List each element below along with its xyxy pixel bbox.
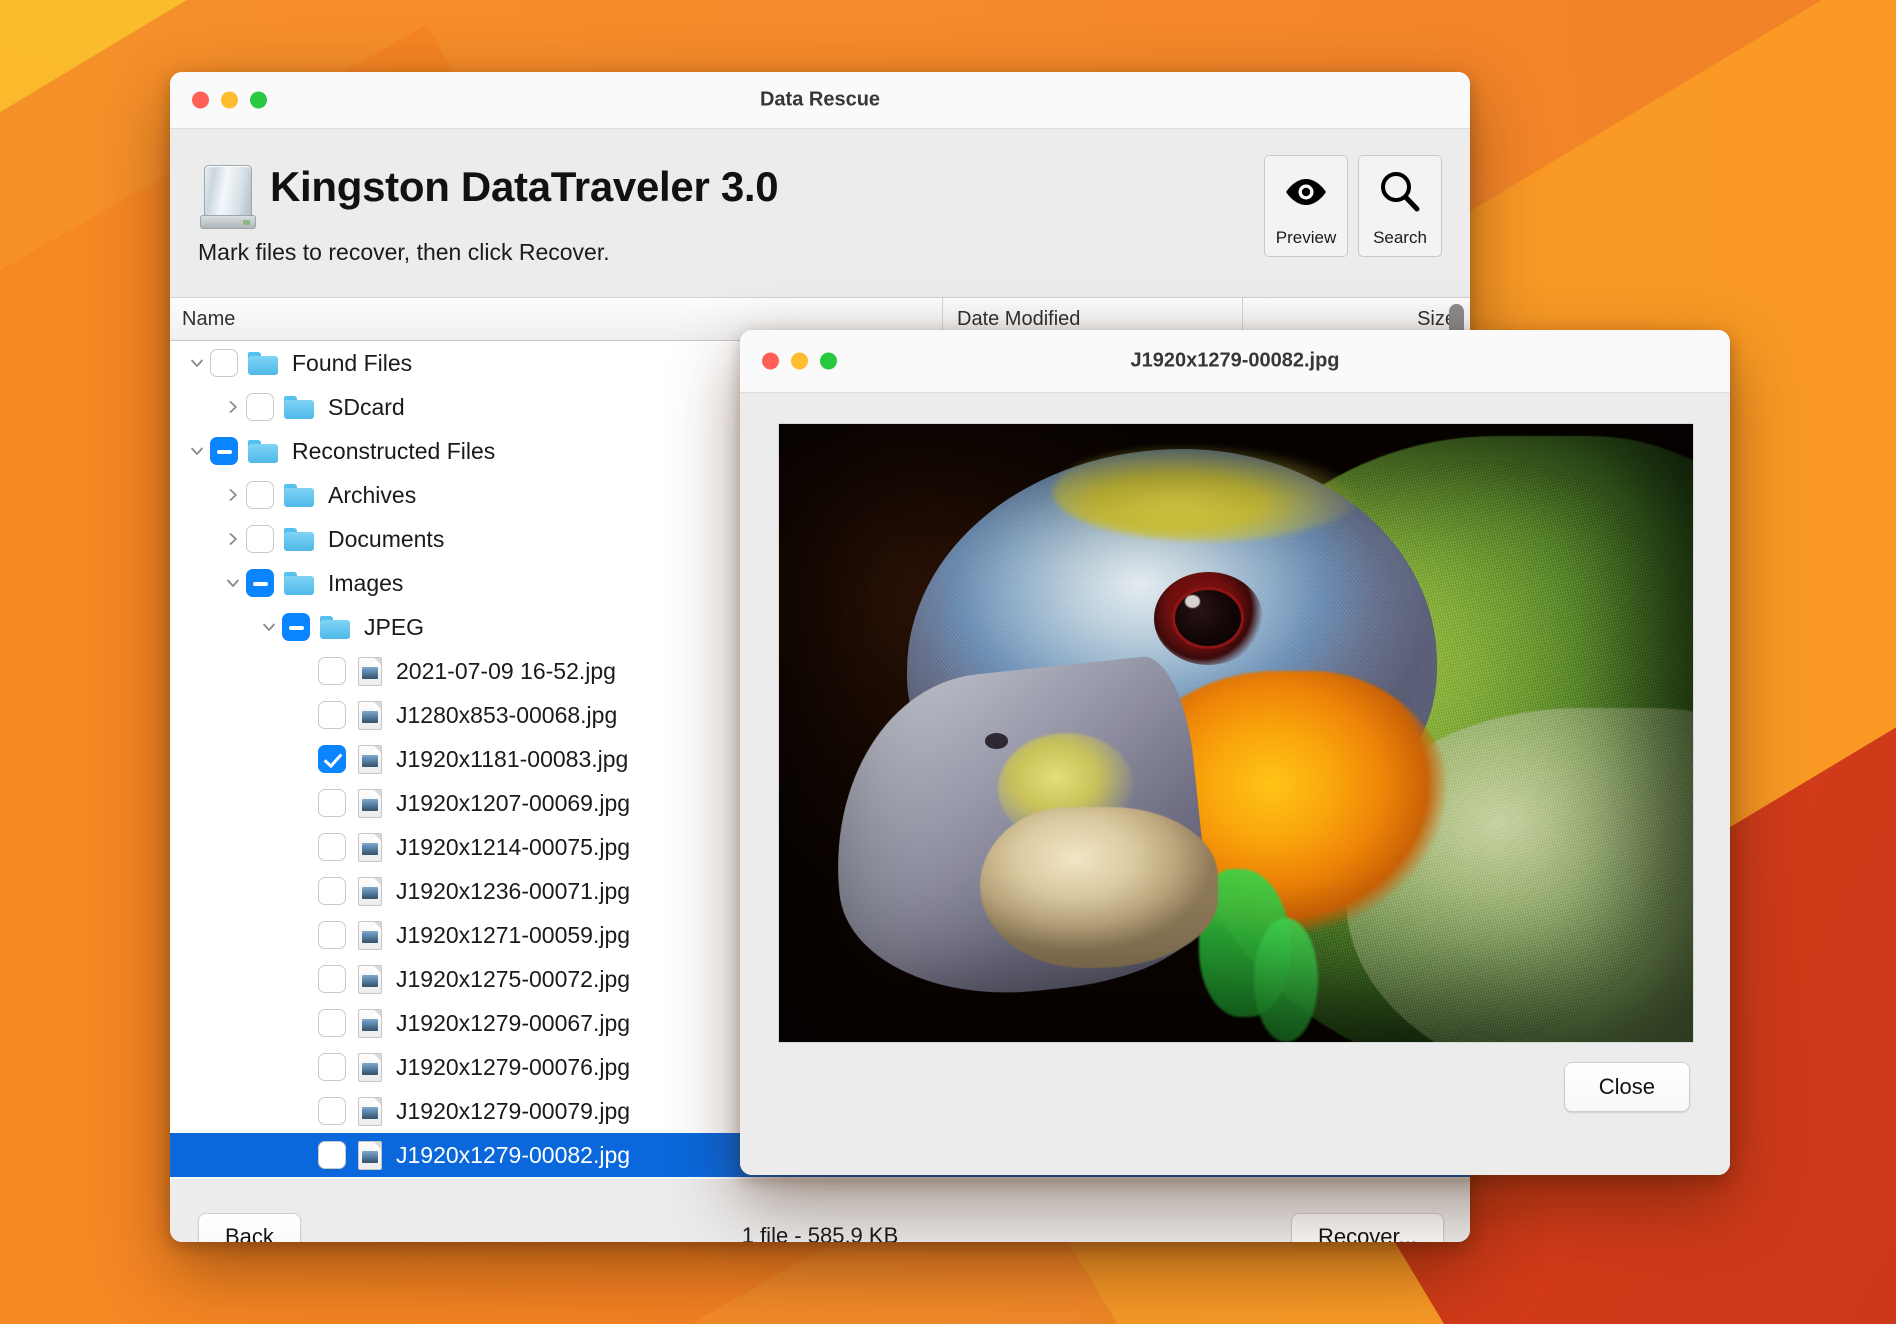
preview-button[interactable]: Preview [1264, 155, 1348, 257]
instruction-text: Mark files to recover, then click Recove… [198, 239, 610, 265]
parrot-photo [778, 423, 1694, 1043]
row-checkbox[interactable] [318, 789, 346, 817]
image-preview-window[interactable]: J1920x1279-00082.jpg Close [740, 330, 1730, 1175]
jpeg-file-icon [358, 1008, 382, 1038]
jpeg-file-icon [358, 876, 382, 906]
jpeg-file-icon [358, 1140, 382, 1170]
tree-row-label: J1920x1271-00059.jpg [396, 921, 631, 948]
folder-icon [248, 439, 278, 463]
tree-row-label: J1920x1207-00069.jpg [396, 789, 631, 816]
row-checkbox[interactable] [318, 745, 346, 773]
tree-row-label: J1920x1236-00071.jpg [396, 877, 631, 904]
preview-body: Close [740, 393, 1730, 1175]
tree-row-label: Images [328, 569, 404, 596]
jpeg-file-icon [358, 656, 382, 686]
jpeg-file-icon [358, 964, 382, 994]
folder-icon [320, 615, 350, 639]
row-checkbox[interactable] [246, 525, 274, 553]
row-checkbox[interactable] [246, 393, 274, 421]
jpeg-file-icon [358, 700, 382, 730]
row-checkbox[interactable] [318, 833, 346, 861]
preview-titlebar[interactable]: J1920x1279-00082.jpg [740, 330, 1730, 393]
tree-row-label: J1920x1279-00082.jpg [396, 1141, 631, 1168]
main-window-titlebar[interactable]: Data Rescue [170, 72, 1470, 129]
row-checkbox[interactable] [318, 877, 346, 905]
jpeg-file-icon [358, 832, 382, 862]
row-checkbox[interactable] [318, 1053, 346, 1081]
tree-row-label: Documents [328, 525, 445, 552]
preview-close-labelled-button[interactable]: Close [1563, 1062, 1690, 1112]
hard-drive-icon [200, 165, 256, 229]
row-checkbox[interactable] [282, 613, 310, 641]
row-checkbox[interactable] [318, 921, 346, 949]
window-title: Data Rescue [759, 88, 881, 111]
jpeg-file-icon [358, 788, 382, 818]
tree-row-label: Archives [328, 481, 417, 508]
row-checkbox[interactable] [210, 349, 238, 377]
row-checkbox[interactable] [318, 1141, 346, 1169]
magnifier-icon [1359, 156, 1441, 228]
tree-row-label: SDcard [328, 393, 405, 420]
chevron-right-icon[interactable] [220, 531, 246, 547]
folder-icon [284, 571, 314, 595]
jpeg-file-icon [358, 1096, 382, 1126]
row-checkbox[interactable] [246, 481, 274, 509]
tree-row-label: J1280x853-00068.jpg [396, 701, 618, 728]
jpeg-file-icon [358, 920, 382, 950]
folder-icon [248, 351, 278, 375]
tree-row-label: Reconstructed Files [292, 437, 496, 464]
main-footer-bar: Back 1 file - 585,9 KB Recover... [170, 1179, 1470, 1242]
eye-icon [1265, 156, 1347, 228]
tree-row-label: J1920x1214-00075.jpg [396, 833, 631, 860]
toolbar: Preview Search [1264, 155, 1442, 257]
status-text: 1 file - 585,9 KB [741, 1223, 899, 1242]
chevron-right-icon[interactable] [220, 487, 246, 503]
row-checkbox[interactable] [246, 569, 274, 597]
folder-icon [284, 527, 314, 551]
chevron-down-icon[interactable] [220, 575, 246, 591]
tree-row-label: J1920x1279-00076.jpg [396, 1053, 631, 1080]
tree-row-label: JPEG [364, 613, 425, 640]
tree-row-label: J1920x1181-00083.jpg [396, 745, 629, 772]
chevron-down-icon[interactable] [256, 619, 282, 635]
folder-icon [284, 395, 314, 419]
row-checkbox[interactable] [318, 657, 346, 685]
row-checkbox[interactable] [318, 701, 346, 729]
row-checkbox[interactable] [210, 437, 238, 465]
search-button[interactable]: Search [1358, 155, 1442, 257]
tree-row-label: J1920x1279-00067.jpg [396, 1009, 631, 1036]
search-button-label: Search [1373, 228, 1427, 247]
row-checkbox[interactable] [318, 1009, 346, 1037]
jpeg-file-icon [358, 744, 382, 774]
drive-name-title: Kingston DataTraveler 3.0 [270, 163, 779, 210]
tree-row-label: J1920x1279-00079.jpg [396, 1097, 631, 1124]
chevron-down-icon[interactable] [184, 355, 210, 371]
chevron-right-icon[interactable] [220, 399, 246, 415]
row-checkbox[interactable] [318, 965, 346, 993]
column-header-name[interactable]: Name [170, 308, 942, 331]
preview-window-title: J1920x1279-00082.jpg [1130, 349, 1340, 372]
tree-row-label: 2021-07-09 16-52.jpg [396, 657, 616, 684]
main-header: Kingston DataTraveler 3.0 Mark files to … [170, 129, 1470, 297]
preview-button-label: Preview [1275, 228, 1337, 247]
folder-icon [284, 483, 314, 507]
jpeg-file-icon [358, 1052, 382, 1082]
tree-row-label: J1920x1275-00072.jpg [396, 965, 631, 992]
tree-row-label: Found Files [292, 349, 413, 376]
recover-button[interactable]: Recover... [1290, 1213, 1444, 1242]
row-checkbox[interactable] [318, 1097, 346, 1125]
chevron-down-icon[interactable] [184, 443, 210, 459]
